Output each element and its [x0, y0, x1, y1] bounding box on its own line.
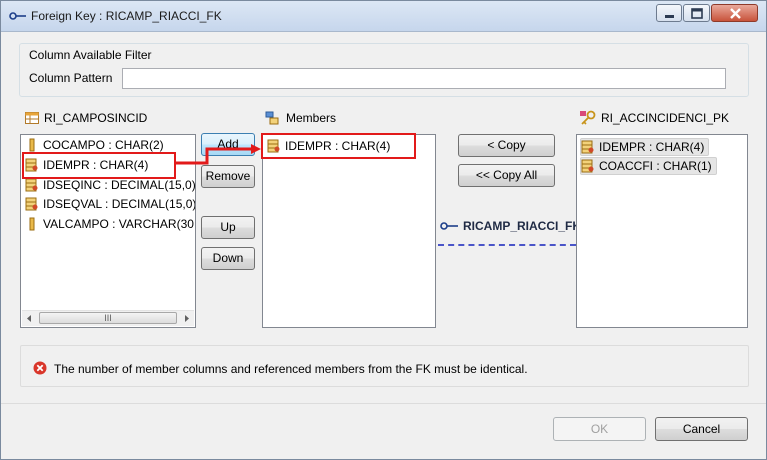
- column-label: VALCAMPO : VARCHAR(30: [43, 217, 194, 231]
- column-label: COCAMPO : CHAR(2): [43, 138, 164, 152]
- relation-key-icon: [440, 222, 458, 230]
- scroll-grip: III: [104, 313, 112, 323]
- filter-group-title: Column Available Filter: [29, 48, 152, 62]
- foreign-key-dialog: Foreign Key : RICAMP_RIACCI_FK Column Av…: [0, 0, 767, 460]
- minimize-icon: [665, 15, 674, 18]
- message-box: The number of member columns and referen…: [20, 345, 749, 387]
- horizontal-scrollbar[interactable]: III: [22, 310, 194, 326]
- pk-column-icon: [25, 178, 38, 192]
- column-label: IDSEQINC : DECIMAL(15,0): [43, 178, 196, 192]
- up-button[interactable]: Up: [201, 216, 255, 239]
- close-icon: [730, 8, 741, 19]
- error-icon: [33, 361, 47, 375]
- list-item[interactable]: IDSEQVAL : DECIMAL(15,0): [25, 196, 196, 212]
- ok-button[interactable]: OK: [553, 417, 646, 441]
- members-highlight: [261, 133, 416, 159]
- key-connector-icon: [9, 12, 26, 20]
- scroll-right-icon[interactable]: [183, 314, 191, 323]
- maximize-button[interactable]: [683, 4, 710, 22]
- source-selection-highlight: [22, 152, 176, 179]
- close-button[interactable]: [711, 4, 758, 22]
- move-arrow: [175, 144, 261, 165]
- target-column-label: IDEMPR : CHAR(4): [599, 140, 705, 154]
- list-item[interactable]: COACCFI : CHAR(1): [580, 157, 717, 175]
- scroll-left-icon[interactable]: [25, 314, 33, 323]
- relation-line: [438, 244, 576, 246]
- window-title: Foreign Key : RICAMP_RIACCI_FK: [31, 9, 222, 23]
- column-icon: [29, 217, 35, 231]
- error-message: The number of member columns and referen…: [54, 362, 528, 376]
- target-columns-list[interactable]: IDEMPR : CHAR(4) COACCFI : CHAR(1): [576, 134, 748, 328]
- primary-key-icon: [580, 110, 596, 125]
- table-icon: [25, 112, 39, 124]
- target-column-label: COACCFI : CHAR(1): [599, 159, 712, 173]
- cancel-button[interactable]: Cancel: [655, 417, 748, 441]
- copy-button[interactable]: < Copy: [458, 134, 555, 157]
- scroll-thumb[interactable]: III: [39, 312, 177, 324]
- list-item[interactable]: COCAMPO : CHAR(2): [25, 137, 164, 153]
- members-list[interactable]: IDEMPR : CHAR(4): [262, 134, 436, 328]
- target-table-name: RI_ACCINCIDENCI_PK: [601, 111, 730, 125]
- relation-name: RICAMP_RIACCI_FK: [463, 219, 582, 233]
- column-pattern-label: Column Pattern: [29, 71, 113, 85]
- members-icon: [265, 111, 279, 125]
- column-filter-group: Column Available Filter Column Pattern: [19, 43, 749, 97]
- members-label: Members: [286, 111, 337, 125]
- pk-column-icon: [25, 197, 38, 211]
- column-label: IDSEQVAL : DECIMAL(15,0): [43, 197, 196, 211]
- title-bar[interactable]: Foreign Key : RICAMP_RIACCI_FK: [1, 1, 766, 32]
- pk-column-icon: [581, 159, 594, 173]
- minimize-button[interactable]: [656, 4, 682, 22]
- down-button[interactable]: Down: [201, 247, 255, 270]
- list-item[interactable]: IDEMPR : CHAR(4): [580, 138, 710, 156]
- copy-all-button[interactable]: << Copy All: [458, 164, 555, 187]
- column-pattern-input[interactable]: [122, 68, 726, 89]
- column-icon: [29, 138, 35, 152]
- pk-column-icon: [581, 140, 594, 154]
- list-item[interactable]: VALCAMPO : VARCHAR(30: [25, 216, 194, 232]
- footer-divider: [1, 403, 766, 404]
- list-item[interactable]: IDSEQINC : DECIMAL(15,0): [25, 177, 196, 193]
- maximize-icon: [691, 8, 703, 19]
- source-table-name: RI_CAMPOSINCID: [44, 111, 148, 125]
